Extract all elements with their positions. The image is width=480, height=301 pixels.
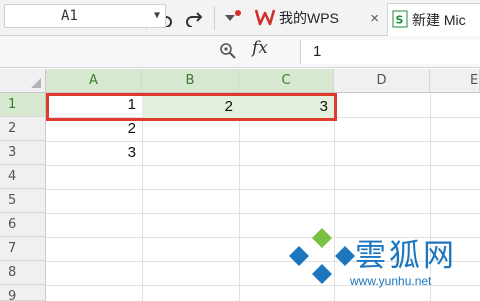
row-header-5[interactable]: 5 <box>0 189 46 213</box>
selection-highlight <box>46 93 337 121</box>
insert-function-button[interactable]: fx <box>252 38 268 58</box>
yunhu-logo-icon <box>289 228 355 284</box>
column-header-a[interactable]: A <box>46 69 142 93</box>
chevron-down-icon[interactable]: ▼ <box>154 5 160 27</box>
watermark-url: www.yunhu.net <box>350 274 432 288</box>
wps-logo-icon <box>254 8 276 29</box>
gridline <box>142 93 143 301</box>
row-header-7[interactable]: 7 <box>0 237 46 261</box>
zoom-search-icon[interactable] <box>219 42 237 65</box>
more-dropdown-icon[interactable] <box>222 8 242 28</box>
column-header-c[interactable]: C <box>239 69 334 93</box>
gridline <box>46 189 480 190</box>
select-all-corner[interactable] <box>0 69 46 93</box>
cell-a3[interactable]: 3 <box>46 141 142 165</box>
tab-label: 我的WPS <box>279 10 339 26</box>
gridline <box>46 165 480 166</box>
name-box[interactable]: A1 ▼ <box>4 4 166 28</box>
corner-triangle-icon <box>31 78 41 88</box>
watermark-brand: 雲狐网 <box>355 238 457 274</box>
tab-label: 新建 Mic <box>412 12 466 28</box>
redo-icon[interactable] <box>184 8 204 28</box>
gridline <box>239 93 240 301</box>
toolbar-separator <box>214 6 215 30</box>
row-header-1[interactable]: 1 <box>0 93 46 117</box>
svg-text:S: S <box>396 13 404 26</box>
column-header-b[interactable]: B <box>142 69 239 93</box>
spreadsheet-file-icon: S <box>392 10 408 31</box>
row-header-3[interactable]: 3 <box>0 141 46 165</box>
column-header-d[interactable]: D <box>334 69 430 93</box>
row-header-6[interactable]: 6 <box>0 213 46 237</box>
tab-my-wps[interactable]: 我的WPS × <box>254 3 385 33</box>
row-header-4[interactable]: 4 <box>0 165 46 189</box>
row-header-8[interactable]: 8 <box>0 261 46 285</box>
close-tab-icon[interactable]: × <box>370 10 379 27</box>
row-header-9[interactable]: 9 <box>0 285 46 301</box>
gridline <box>46 213 480 214</box>
formula-input[interactable]: 1 <box>300 40 480 64</box>
tab-new-workbook[interactable]: S 新建 Mic <box>387 3 480 36</box>
row-header-2[interactable]: 2 <box>0 117 46 141</box>
column-header-e[interactable]: E <box>430 69 480 93</box>
name-box-value: A1 <box>61 8 78 24</box>
